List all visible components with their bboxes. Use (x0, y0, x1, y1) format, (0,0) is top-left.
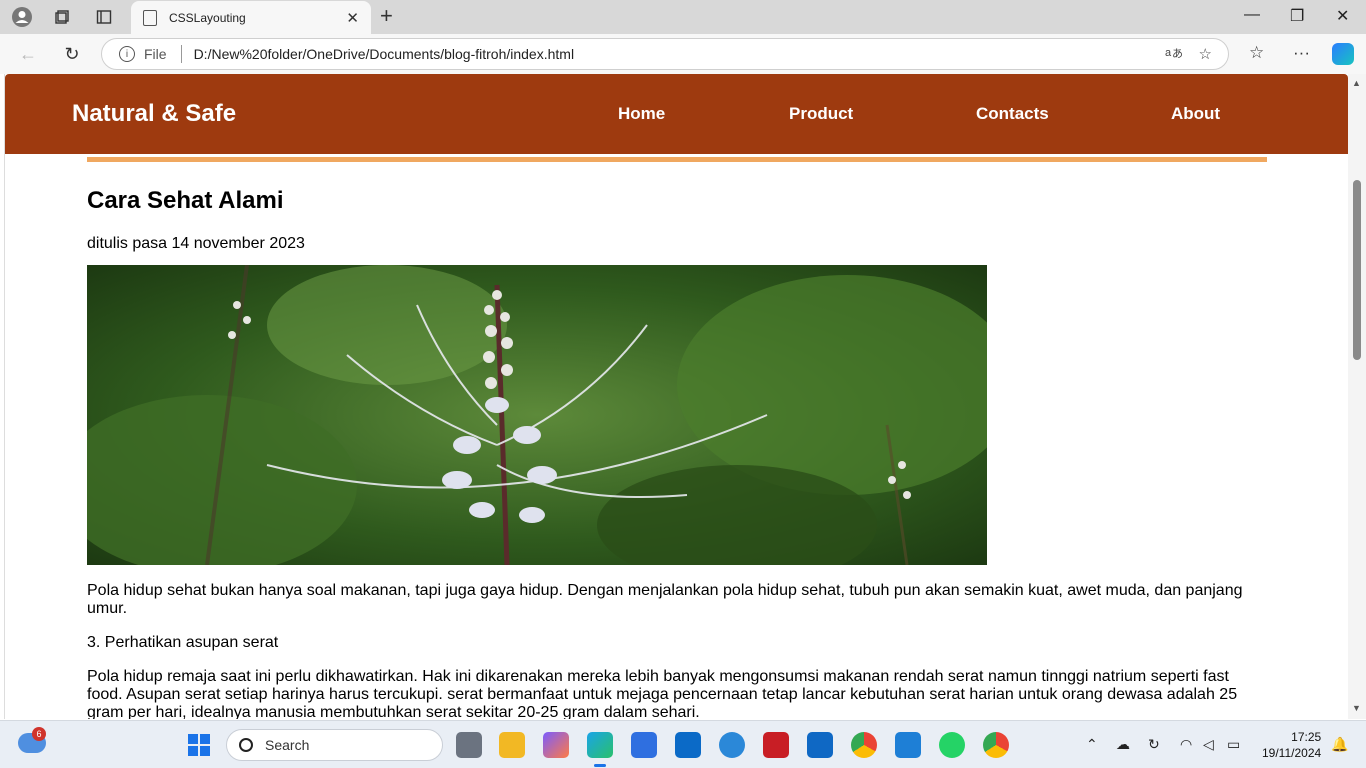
nav-product[interactable]: Product (789, 104, 853, 124)
copilot-app-icon[interactable] (543, 732, 569, 758)
page-viewport: Natural & Safe Home Product Contacts Abo… (4, 74, 1348, 719)
scroll-down-icon[interactable]: ▼ (1352, 703, 1361, 713)
workspaces-icon[interactable] (46, 4, 78, 30)
address-bar[interactable]: i File D:/New%20folder/OneDrive/Document… (101, 38, 1229, 70)
battery-icon[interactable]: ▭ (1227, 736, 1240, 753)
taskbar: 6 Search ⌃ ☁ ↻ ◠ ◁ ▭ 17:25 19/11/2024 🔔 (0, 720, 1366, 768)
file-explorer-icon[interactable] (499, 732, 525, 758)
favorites-icon[interactable]: ☆ (1249, 43, 1264, 63)
article-paragraph-3: Pola hidup remaja saat ini perlu dikhawa… (87, 668, 1238, 719)
myhp-icon[interactable] (675, 732, 701, 758)
page-scrollbar[interactable]: ▲ ▼ (1348, 74, 1366, 719)
minimize-icon[interactable]: — (1244, 6, 1260, 24)
copilot-icon[interactable] (1332, 43, 1354, 65)
sync-icon[interactable]: ↻ (1148, 736, 1160, 753)
system-clock[interactable]: 17:25 19/11/2024 (1262, 729, 1321, 761)
whatsapp-icon[interactable] (939, 732, 965, 758)
start-icon[interactable] (188, 734, 210, 756)
clock-time: 17:25 (1291, 730, 1322, 744)
page-icon (143, 9, 157, 26)
scroll-thumb[interactable] (1353, 180, 1361, 360)
info-icon[interactable]: i (119, 46, 135, 62)
address-label: File (144, 46, 167, 62)
svg-text:あ: あ (1172, 47, 1183, 59)
article-paragraph-1: Pola hidup sehat bukan hanya soal makana… (87, 582, 1243, 617)
url-text[interactable]: D:/New%20folder/OneDrive/Documents/blog-… (194, 46, 1165, 62)
clock-date: 19/11/2024 (1262, 746, 1322, 760)
wifi-icon[interactable]: ◠ (1180, 736, 1192, 753)
taskbar-search[interactable]: Search (226, 729, 443, 761)
store-icon[interactable] (631, 732, 657, 758)
article-date: ditulis pasa 14 november 2023 (87, 235, 305, 252)
article-title: Cara Sehat Alami (87, 187, 284, 214)
svg-text:a: a (1165, 47, 1172, 59)
new-tab-icon[interactable]: + (380, 3, 393, 29)
notification-bell-icon[interactable]: 🔔 (1331, 736, 1348, 753)
refresh-icon[interactable]: ↻ (59, 42, 85, 66)
help-icon[interactable] (719, 732, 745, 758)
site-brand[interactable]: Natural & Safe (72, 100, 236, 128)
chrome-profile-icon[interactable] (983, 732, 1009, 758)
restore-icon[interactable]: ❐ (1290, 6, 1304, 26)
read-aloud-icon[interactable]: aあ (1165, 45, 1183, 63)
vscode-icon[interactable] (895, 732, 921, 758)
nav-contacts[interactable]: Contacts (976, 104, 1049, 124)
tab-actions-icon[interactable] (88, 4, 120, 30)
more-options-icon[interactable]: ··· (1293, 43, 1310, 63)
article: Cara Sehat Alami ditulis pasa 14 novembe… (87, 157, 1267, 719)
volume-icon[interactable]: ◁ (1203, 736, 1214, 753)
outlook-icon[interactable] (807, 732, 833, 758)
active-tab[interactable]: CSSLayouting ✕ (131, 1, 371, 34)
address-toolbar: ← ↻ i File D:/New%20folder/OneDrive/Docu… (0, 34, 1366, 74)
close-tab-icon[interactable]: ✕ (346, 9, 359, 27)
tray-expand-icon[interactable]: ⌃ (1086, 736, 1098, 753)
close-window-icon[interactable]: ✕ (1336, 6, 1349, 26)
search-icon (239, 738, 253, 752)
profile-icon[interactable] (6, 4, 38, 30)
site-header: Natural & Safe Home Product Contacts Abo… (5, 74, 1348, 154)
back-icon[interactable]: ← (15, 42, 41, 66)
mcafee-icon[interactable] (763, 732, 789, 758)
browser-tab-strip: CSSLayouting ✕ + — ❐ ✕ (0, 0, 1366, 34)
search-placeholder: Search (265, 737, 310, 753)
scroll-up-icon[interactable]: ▲ (1352, 78, 1361, 88)
weather-badge: 6 (32, 727, 46, 741)
chrome-icon[interactable] (851, 732, 877, 758)
onedrive-icon[interactable]: ☁ (1116, 736, 1130, 753)
article-paragraph-2: 3. Perhatikan asupan serat (87, 634, 279, 651)
address-divider (180, 45, 182, 63)
article-image (87, 265, 987, 565)
nav-about[interactable]: About (1171, 104, 1220, 124)
tab-title: CSSLayouting (169, 10, 246, 25)
favorite-star-icon[interactable]: ☆ (1199, 45, 1212, 63)
nav-home[interactable]: Home (618, 104, 665, 124)
edge-icon[interactable] (587, 732, 613, 767)
task-view-icon[interactable] (456, 732, 482, 758)
